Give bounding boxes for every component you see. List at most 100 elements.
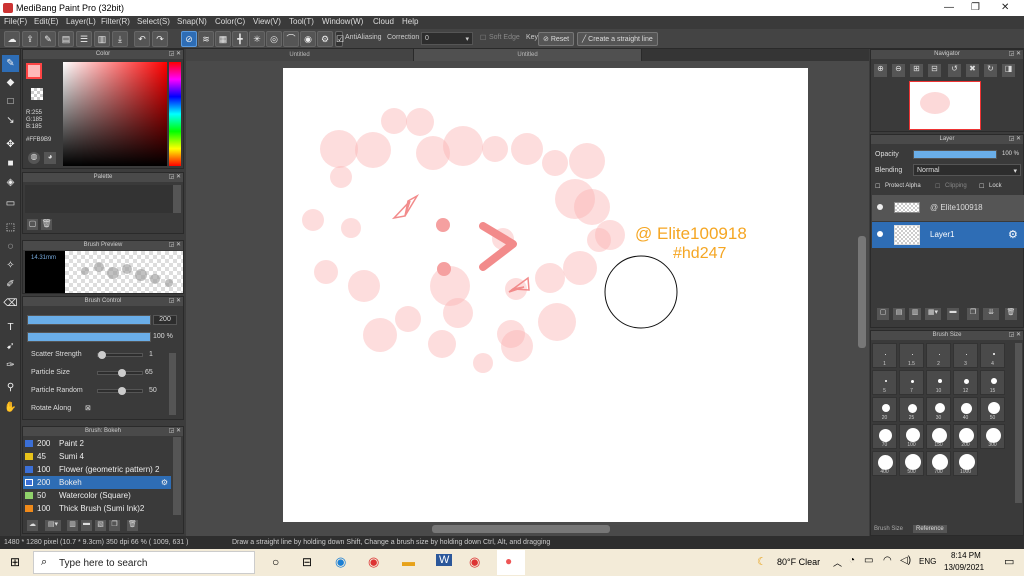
hand-tool-icon[interactable]: ✋ <box>2 399 19 416</box>
medibang-taskbar-item[interactable]: ● <box>497 550 525 575</box>
background-color-swatch[interactable] <box>31 88 43 100</box>
menu-file[interactable]: File(F) <box>4 17 27 26</box>
layer-opacity-slider[interactable] <box>913 150 997 159</box>
redo-icon[interactable]: ↷ <box>152 31 168 47</box>
snap-settings-icon[interactable]: ⚙ <box>317 31 333 47</box>
import-brush-icon[interactable]: ▧ <box>95 520 106 531</box>
layer-folder-icon[interactable]: ▬ <box>947 308 959 320</box>
task-view-icon[interactable]: ○ <box>272 555 279 569</box>
visibility-icon[interactable] <box>877 231 883 237</box>
text-tool-icon[interactable]: T <box>2 319 19 336</box>
word-icon[interactable]: W <box>436 554 453 566</box>
menu-snap[interactable]: Snap(N) <box>177 17 207 26</box>
menu-color[interactable]: Color(C) <box>215 17 245 26</box>
snap-off-icon[interactable]: ⊘ <box>181 31 197 47</box>
zoom-out-icon[interactable]: ⊖ <box>892 64 905 77</box>
widgets-icon[interactable]: ⊟ <box>302 555 312 569</box>
minimize-button[interactable]: — <box>944 2 954 13</box>
brush-control-scrollbar[interactable] <box>169 353 176 415</box>
correction-select[interactable]: 0 ▾ <box>421 32 473 45</box>
brush-item-flower[interactable]: 100 Flower (geometric pattern) 2 <box>23 463 171 476</box>
brush-list-scrollbar[interactable] <box>173 437 181 515</box>
maximize-button[interactable]: ❐ <box>971 2 980 13</box>
brush-opacity-slider[interactable] <box>27 332 151 342</box>
visibility-icon[interactable] <box>877 204 883 210</box>
edge-icon[interactable]: ◉ <box>335 554 346 570</box>
undo-icon[interactable]: ↶ <box>134 31 150 47</box>
upload-icon[interactable]: ⇪ <box>22 31 38 47</box>
brush-size-2[interactable]: 2 <box>926 343 951 368</box>
brush-size-25[interactable]: 25 <box>899 397 924 422</box>
language-indicator[interactable]: ENG <box>919 557 936 566</box>
straight-line-button[interactable]: ╱ Create a straight line <box>577 32 658 46</box>
cloud-icon[interactable]: ☁ <box>4 31 20 47</box>
palette-scrollbar[interactable] <box>173 185 181 213</box>
color-wheel-icon[interactable]: ◍ <box>28 152 40 164</box>
folder-icon[interactable]: ▬ <box>81 520 92 531</box>
divide-tool-icon[interactable]: ✑ <box>2 357 19 374</box>
snap-ellipse-icon[interactable]: ◉ <box>300 31 316 47</box>
canvas-vertical-scrollbar[interactable] <box>858 236 866 348</box>
add-palette-icon[interactable]: ▢ <box>27 219 38 230</box>
actual-size-icon[interactable]: ⊟ <box>928 64 941 77</box>
select-pen-tool-icon[interactable]: ✐ <box>2 276 19 293</box>
network-icon[interactable]: ◔ <box>849 555 855 566</box>
brush-size-7[interactable]: 7 <box>899 370 924 395</box>
list-icon[interactable]: ☰ <box>76 31 92 47</box>
snap-parallel-icon[interactable]: ≋ <box>198 31 214 47</box>
fit-icon[interactable]: ⊞ <box>910 64 923 77</box>
windows-start-icon[interactable]: ⊞ <box>10 555 20 569</box>
gear-icon[interactable]: ⚙ <box>1008 228 1018 241</box>
brush-size-30[interactable]: 30 <box>926 397 951 422</box>
menu-tool[interactable]: Tool(T) <box>289 17 314 26</box>
brush-size-5[interactable]: 5 <box>872 370 897 395</box>
saturation-value-picker[interactable] <box>63 62 167 166</box>
magic-wand-tool-icon[interactable]: ✧ <box>2 257 19 274</box>
brush-item-bokeh[interactable]: 200 Bokeh ⚙ <box>23 476 171 489</box>
palette-swatches[interactable] <box>25 185 173 213</box>
brush-size-100[interactable]: 100 <box>899 424 924 449</box>
brush-item-sumi-4[interactable]: 45 Sumi 4 <box>23 450 171 463</box>
eraser-tool-icon[interactable]: ◆ <box>2 74 19 91</box>
brush-item-thick-brush[interactable]: 100 Thick Brush (Sumi Ink)2 <box>23 502 171 515</box>
brush-size-3[interactable]: 3 <box>953 343 978 368</box>
brush-size-value[interactable]: 200 <box>153 315 177 325</box>
zoom-in-icon[interactable]: ⊕ <box>874 64 887 77</box>
reset-button[interactable]: ⊘ Reset <box>538 32 575 46</box>
protect-alpha-checkbox[interactable]: ☐ <box>875 183 880 190</box>
rotate-right-icon[interactable]: ↻ <box>984 64 997 77</box>
brush-size-12[interactable]: 12 <box>953 370 978 395</box>
snap-curve-icon[interactable]: ⌒ <box>283 31 299 47</box>
brush-size-200[interactable]: 200 <box>953 424 978 449</box>
brush-item-paint-2[interactable]: 200 Paint 2 <box>23 437 171 450</box>
bucket-tool-icon[interactable]: ◈ <box>2 174 19 191</box>
comment-icon[interactable]: ✎ <box>40 31 56 47</box>
brush-size-150[interactable]: 150 <box>926 424 951 449</box>
volume-icon[interactable]: ◁) <box>900 555 911 566</box>
brush-size-1-5[interactable]: 1.5 <box>899 343 924 368</box>
close-button[interactable]: ✕ <box>1001 2 1009 13</box>
antialiasing-checkbox[interactable]: ☑ <box>335 31 344 47</box>
drawing-canvas[interactable]: @ Elite100918 #hd247 <box>283 68 808 522</box>
menu-select[interactable]: Select(S) <box>137 17 170 26</box>
new-halftone-layer-icon[interactable]: ▤ <box>893 308 905 320</box>
delete-palette-icon[interactable]: 🗑 <box>41 219 52 230</box>
fill-rect-tool-icon[interactable]: ■ <box>2 155 19 172</box>
notification-icon[interactable]: ▭ <box>1004 555 1014 568</box>
brush-size-15[interactable]: 15 <box>980 370 1005 395</box>
tab-reference[interactable]: Reference <box>913 525 947 533</box>
navigator-thumbnail[interactable] <box>909 81 981 130</box>
brush-size-400[interactable]: 400 <box>872 451 897 476</box>
select-tool-icon[interactable]: ⬚ <box>2 219 19 236</box>
foreground-color-swatch[interactable] <box>26 63 42 79</box>
menu-edit[interactable]: Edit(E) <box>34 17 58 26</box>
rotate-along-checkbox[interactable]: ⊠ <box>85 404 91 412</box>
move-tool-icon[interactable]: ✥ <box>2 136 19 153</box>
brush-size-1000[interactable]: 1000 <box>953 451 978 476</box>
rotate-left-icon[interactable]: ↺ <box>948 64 961 77</box>
brush-size-300[interactable]: 300 <box>980 424 1005 449</box>
file-explorer-icon[interactable]: ▬ <box>402 554 415 569</box>
hue-slider[interactable] <box>169 62 181 166</box>
particle-random-slider[interactable] <box>97 387 143 395</box>
delete-layer-icon[interactable]: 🗑 <box>1005 308 1017 320</box>
